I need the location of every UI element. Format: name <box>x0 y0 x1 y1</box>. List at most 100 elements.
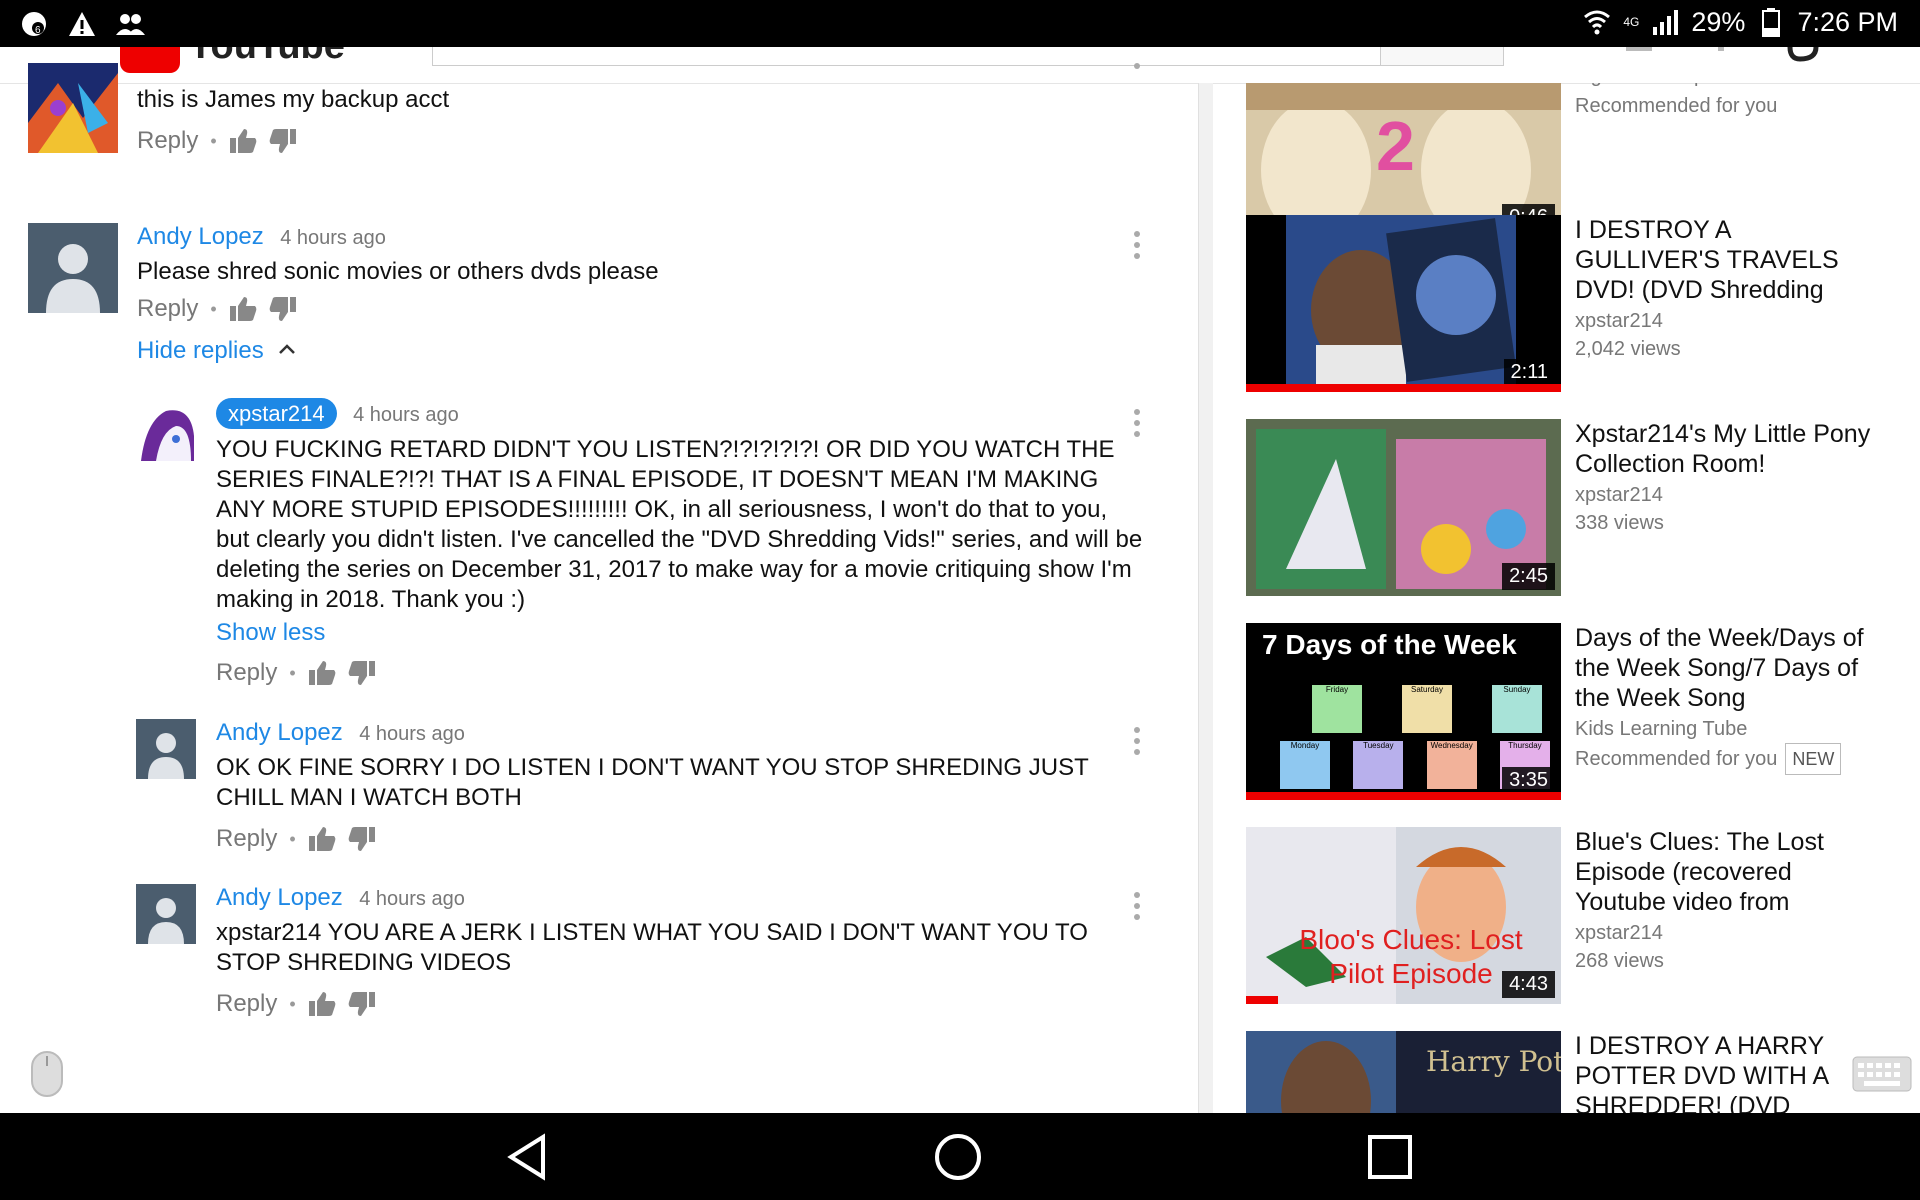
search-button[interactable] <box>1380 47 1504 66</box>
chevron-up-icon <box>278 342 296 360</box>
thumbnail-caption: 7 Days of the Week <box>1262 629 1517 660</box>
day-card: Saturday <box>1402 685 1452 733</box>
video-thumbnail[interactable]: 2:11 <box>1246 215 1561 392</box>
thumbs-down-icon[interactable] <box>348 990 376 1018</box>
separator-dot: • <box>289 662 296 683</box>
comment-actions: Reply • <box>216 825 1146 853</box>
video-channel: xpstar214 <box>1575 922 1663 944</box>
video-info: Xpstar214's My Little Pony Collection Ro… <box>1575 419 1875 537</box>
clock: 7:26 PM <box>1797 6 1898 37</box>
video-thumbnail[interactable]: 7 Days of the Week Friday Saturday Sunda… <box>1246 623 1561 800</box>
comment-author[interactable]: xpstar214 <box>216 398 337 429</box>
svg-text:2: 2 <box>1376 107 1415 185</box>
separator-dot: • <box>289 993 296 1014</box>
video-card[interactable]: Bloo's Clues: Lost Pilot Episode 4:43 Bl… <box>1246 827 1916 1004</box>
thumbnail-days-top: Friday Saturday Sunday <box>1312 685 1542 733</box>
status-left: 6 <box>18 8 146 40</box>
separator-dot: • <box>210 130 217 151</box>
video-card[interactable]: Harry Potter I DESTROY A HARRY POTTER DV… <box>1246 1031 1916 1113</box>
hide-replies-link[interactable]: Hide replies <box>137 337 264 365</box>
more-options-icon[interactable] <box>1133 409 1141 437</box>
avatar[interactable] <box>28 63 118 153</box>
video-meta-row: Recommended for you NEW <box>1575 743 1875 775</box>
avatar[interactable] <box>28 223 118 313</box>
thumbs-down-icon[interactable] <box>269 127 297 155</box>
reply-button[interactable]: Reply <box>216 659 277 687</box>
recents-icon[interactable] <box>1364 1131 1416 1183</box>
notification-icon: 6 <box>18 8 50 40</box>
video-title[interactable]: I DESTROY A GULLIVER'S TRAVELS DVD! (DVD… <box>1575 215 1875 305</box>
youtube-logo-icon[interactable] <box>120 47 180 73</box>
video-thumbnail[interactable]: 2 0:46 <box>1246 83 1561 237</box>
keyboard-icon[interactable] <box>1852 1056 1912 1092</box>
day-card: Sunday <box>1492 685 1542 733</box>
comment-actions: Reply • <box>216 990 1146 1018</box>
comment-author[interactable]: Andy Lopez <box>216 719 343 746</box>
avatar[interactable] <box>136 884 196 944</box>
thumbs-up-icon[interactable] <box>229 127 257 155</box>
watch-progress-bar <box>1246 792 1561 800</box>
reply-button[interactable]: Reply <box>137 127 198 155</box>
reply-button[interactable]: Reply <box>137 295 198 323</box>
video-card[interactable]: 2:45 Xpstar214's My Little Pony Collecti… <box>1246 419 1916 596</box>
thumbs-up-icon[interactable] <box>308 825 336 853</box>
video-title[interactable]: Blue's Clues: The Lost Episode (recovere… <box>1575 827 1875 917</box>
svg-text:6: 6 <box>35 25 41 36</box>
mouse-icon[interactable] <box>30 1050 64 1098</box>
comment-author[interactable]: Andy Lopez <box>137 223 264 250</box>
hide-replies-toggle[interactable]: Hide replies <box>137 337 1137 365</box>
video-duration: 2:11 <box>1503 359 1555 386</box>
more-options-icon[interactable] <box>1133 892 1141 920</box>
video-thumbnail[interactable]: Harry Potter <box>1246 1031 1561 1113</box>
video-thumbnail[interactable]: Bloo's Clues: Lost Pilot Episode 4:43 <box>1246 827 1561 1004</box>
comment-time: 4 hours ago <box>353 404 459 426</box>
comment-time: 4 hours ago <box>359 888 465 910</box>
video-meta: Recommended for you <box>1575 95 1778 117</box>
back-icon[interactable] <box>503 1131 555 1183</box>
video-info: Blue's Clues: The Lost Episode (recovere… <box>1575 827 1875 975</box>
home-icon[interactable] <box>932 1131 984 1183</box>
avatar[interactable] <box>136 401 196 461</box>
video-info: Days of the Week/Days of the Week Song/7… <box>1575 623 1875 775</box>
show-less-link[interactable]: Show less <box>216 619 1146 647</box>
comment-author[interactable]: Andy Lopez <box>216 884 343 911</box>
comment-actions: Reply • <box>216 659 1146 687</box>
thumbs-down-icon[interactable] <box>269 295 297 323</box>
search-input[interactable] <box>432 47 1382 66</box>
comment-text: YOU FUCKING RETARD DIDN'T YOU LISTEN?!?!… <box>216 436 1143 613</box>
more-options-icon[interactable] <box>1133 63 1141 91</box>
svg-text:Harry Potter: Harry Potter <box>1426 1045 1561 1078</box>
thumbs-down-icon[interactable] <box>348 825 376 853</box>
day-card: Friday <box>1312 685 1362 733</box>
thumbs-up-icon[interactable] <box>229 295 257 323</box>
video-title[interactable]: Xpstar214's My Little Pony Collection Ro… <box>1575 419 1875 479</box>
thumbs-up-icon[interactable] <box>308 659 336 687</box>
separator-dot: • <box>210 298 217 319</box>
video-title[interactable]: Days of the Week/Days of the Week Song/7… <box>1575 623 1875 713</box>
reply-button[interactable]: Reply <box>216 825 277 853</box>
comment-time: 4 hours ago <box>280 227 386 249</box>
status-bar: 6 4G 29% 7:26 PM <box>0 0 1920 47</box>
video-meta: 2,042 views <box>1575 338 1681 360</box>
video-title[interactable]: I DESTROY A HARRY POTTER DVD WITH A SHRE… <box>1575 1031 1875 1113</box>
video-duration: 3:35 <box>1502 767 1555 794</box>
thumbs-down-icon[interactable] <box>348 659 376 687</box>
more-options-icon[interactable] <box>1133 727 1141 755</box>
header-icons <box>1620 47 1880 83</box>
video-duration: 2:45 <box>1502 563 1555 590</box>
network-type: 4G <box>1623 15 1640 29</box>
more-options-icon[interactable] <box>1133 231 1141 259</box>
new-badge: NEW <box>1785 743 1842 775</box>
video-channel: lugnutsoldcrap <box>1575 83 1875 90</box>
video-thumbnail[interactable]: 2:45 <box>1246 419 1561 596</box>
video-meta: 338 views <box>1575 512 1664 534</box>
day-card: Wednesday <box>1426 741 1477 789</box>
video-info: lugnutsoldcrap Recommended for you <box>1575 83 1875 120</box>
reply-button[interactable]: Reply <box>216 990 277 1018</box>
separator-dot: • <box>289 828 296 849</box>
video-info: I DESTROY A GULLIVER'S TRAVELS DVD! (DVD… <box>1575 215 1875 363</box>
thumbs-up-icon[interactable] <box>308 990 336 1018</box>
video-card[interactable]: 7 Days of the Week Friday Saturday Sunda… <box>1246 623 1916 800</box>
avatar[interactable] <box>136 719 196 779</box>
video-card[interactable]: 2:11 I DESTROY A GULLIVER'S TRAVELS DVD!… <box>1246 215 1916 392</box>
